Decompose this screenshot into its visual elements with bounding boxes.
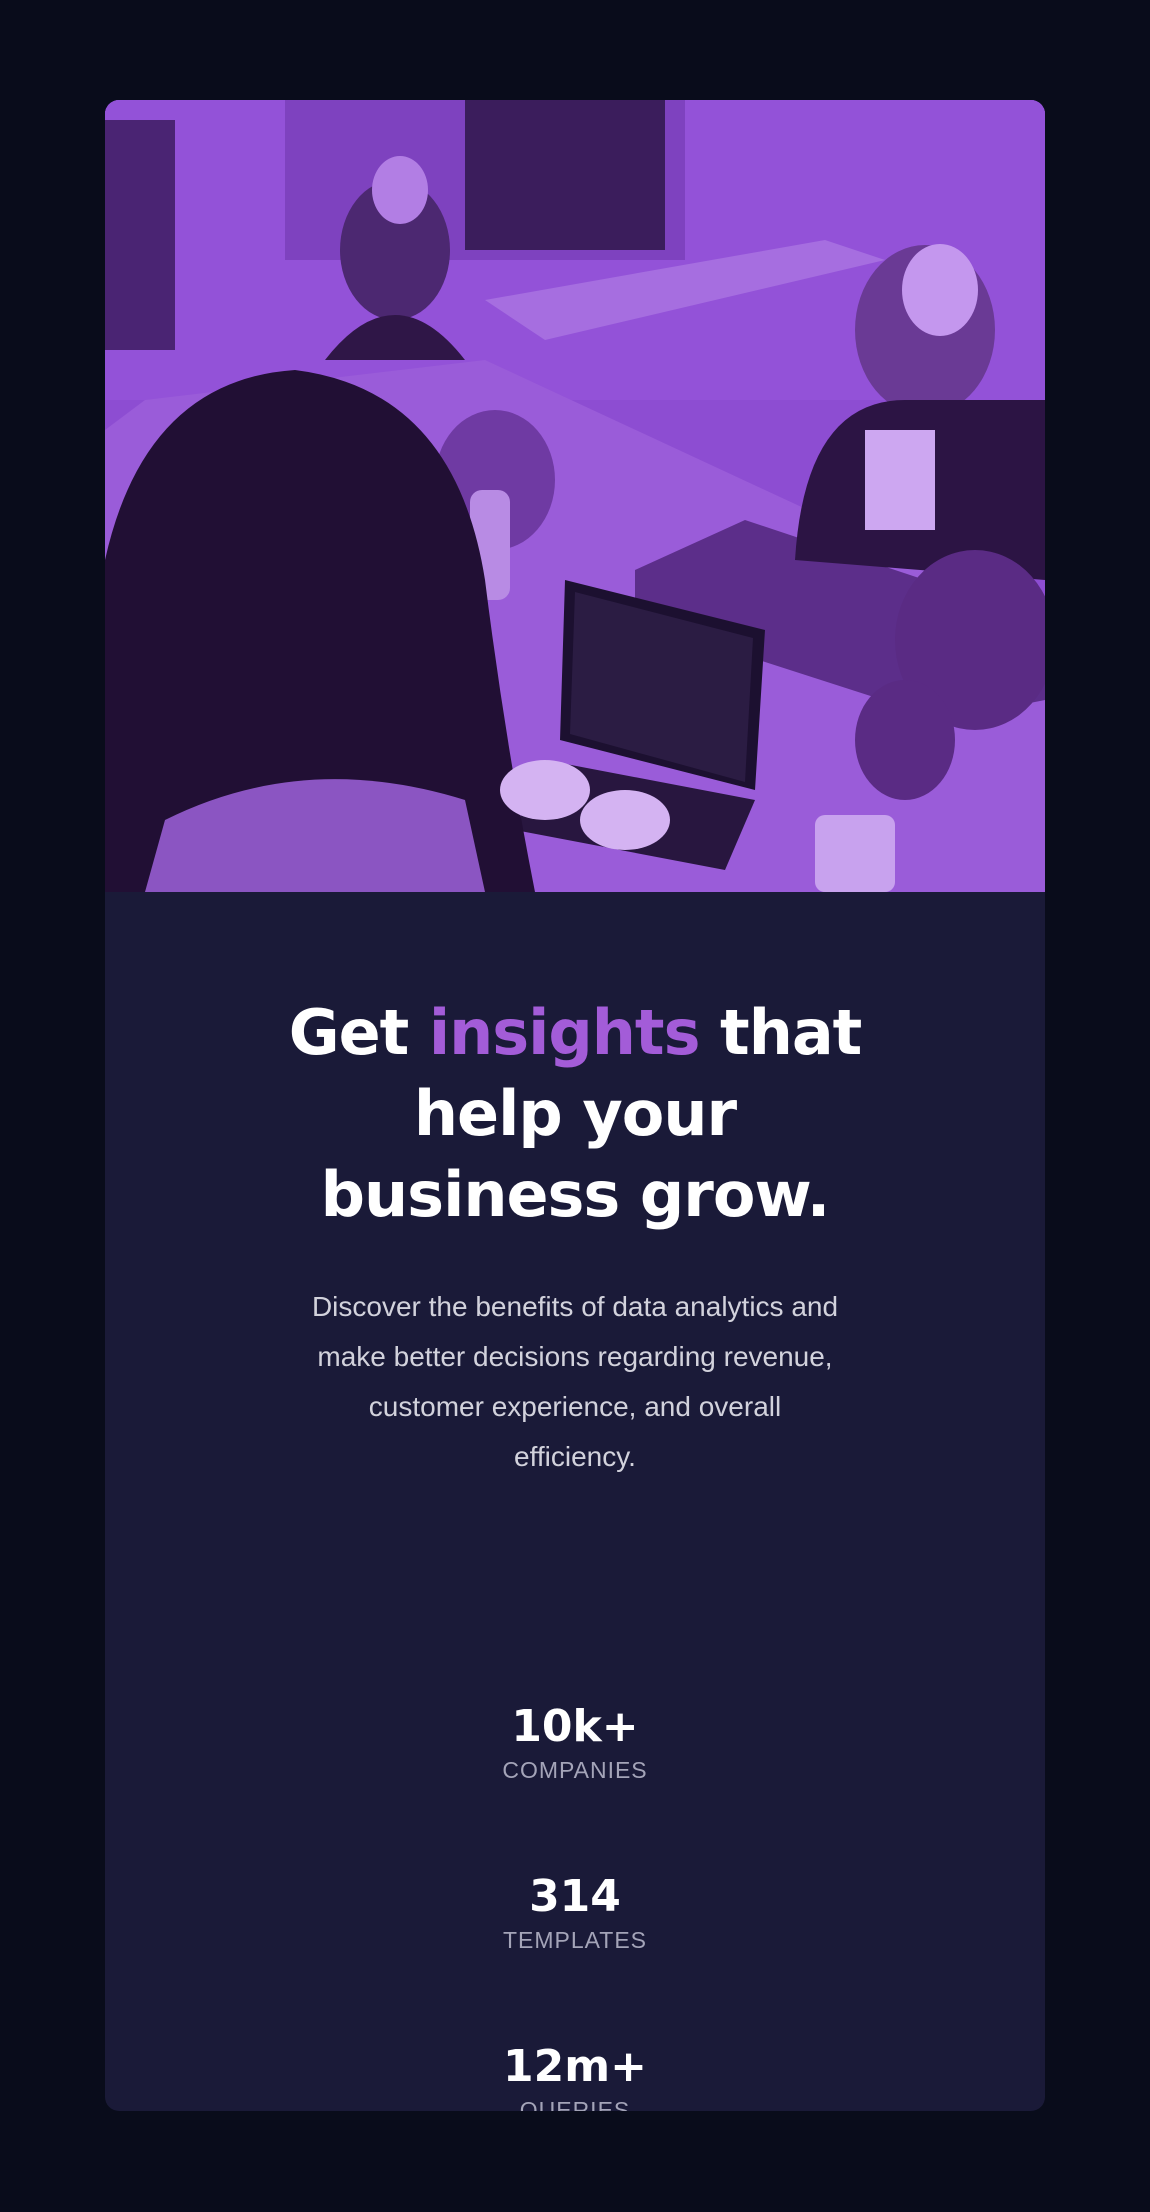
stat-value: 314 bbox=[529, 1871, 621, 1922]
hero-image bbox=[105, 100, 1045, 892]
hero-photo-illustration bbox=[105, 100, 1045, 892]
stat-queries: 12m+ QUERIES bbox=[105, 2041, 1045, 2112]
headline-text-before: Get bbox=[288, 996, 429, 1069]
stat-templates: 314 TEMPLATES bbox=[105, 1872, 1045, 1954]
insights-card: Get insights that help your business gro… bbox=[105, 100, 1045, 2111]
stat-label: QUERIES bbox=[519, 2097, 631, 2111]
stat-value: 10k+ bbox=[511, 1701, 639, 1752]
stat-label: COMPANIES bbox=[502, 1757, 648, 1783]
description: Discover the benefits of data analytics … bbox=[311, 1291, 839, 1472]
stat-label: TEMPLATES bbox=[502, 1927, 648, 1953]
headline: Get insights that help your business gro… bbox=[255, 992, 895, 1235]
stat-value: 12m+ bbox=[503, 2041, 647, 2092]
stat-companies: 10k+ COMPANIES bbox=[105, 1702, 1045, 1784]
headline-accent: insights bbox=[428, 996, 701, 1069]
